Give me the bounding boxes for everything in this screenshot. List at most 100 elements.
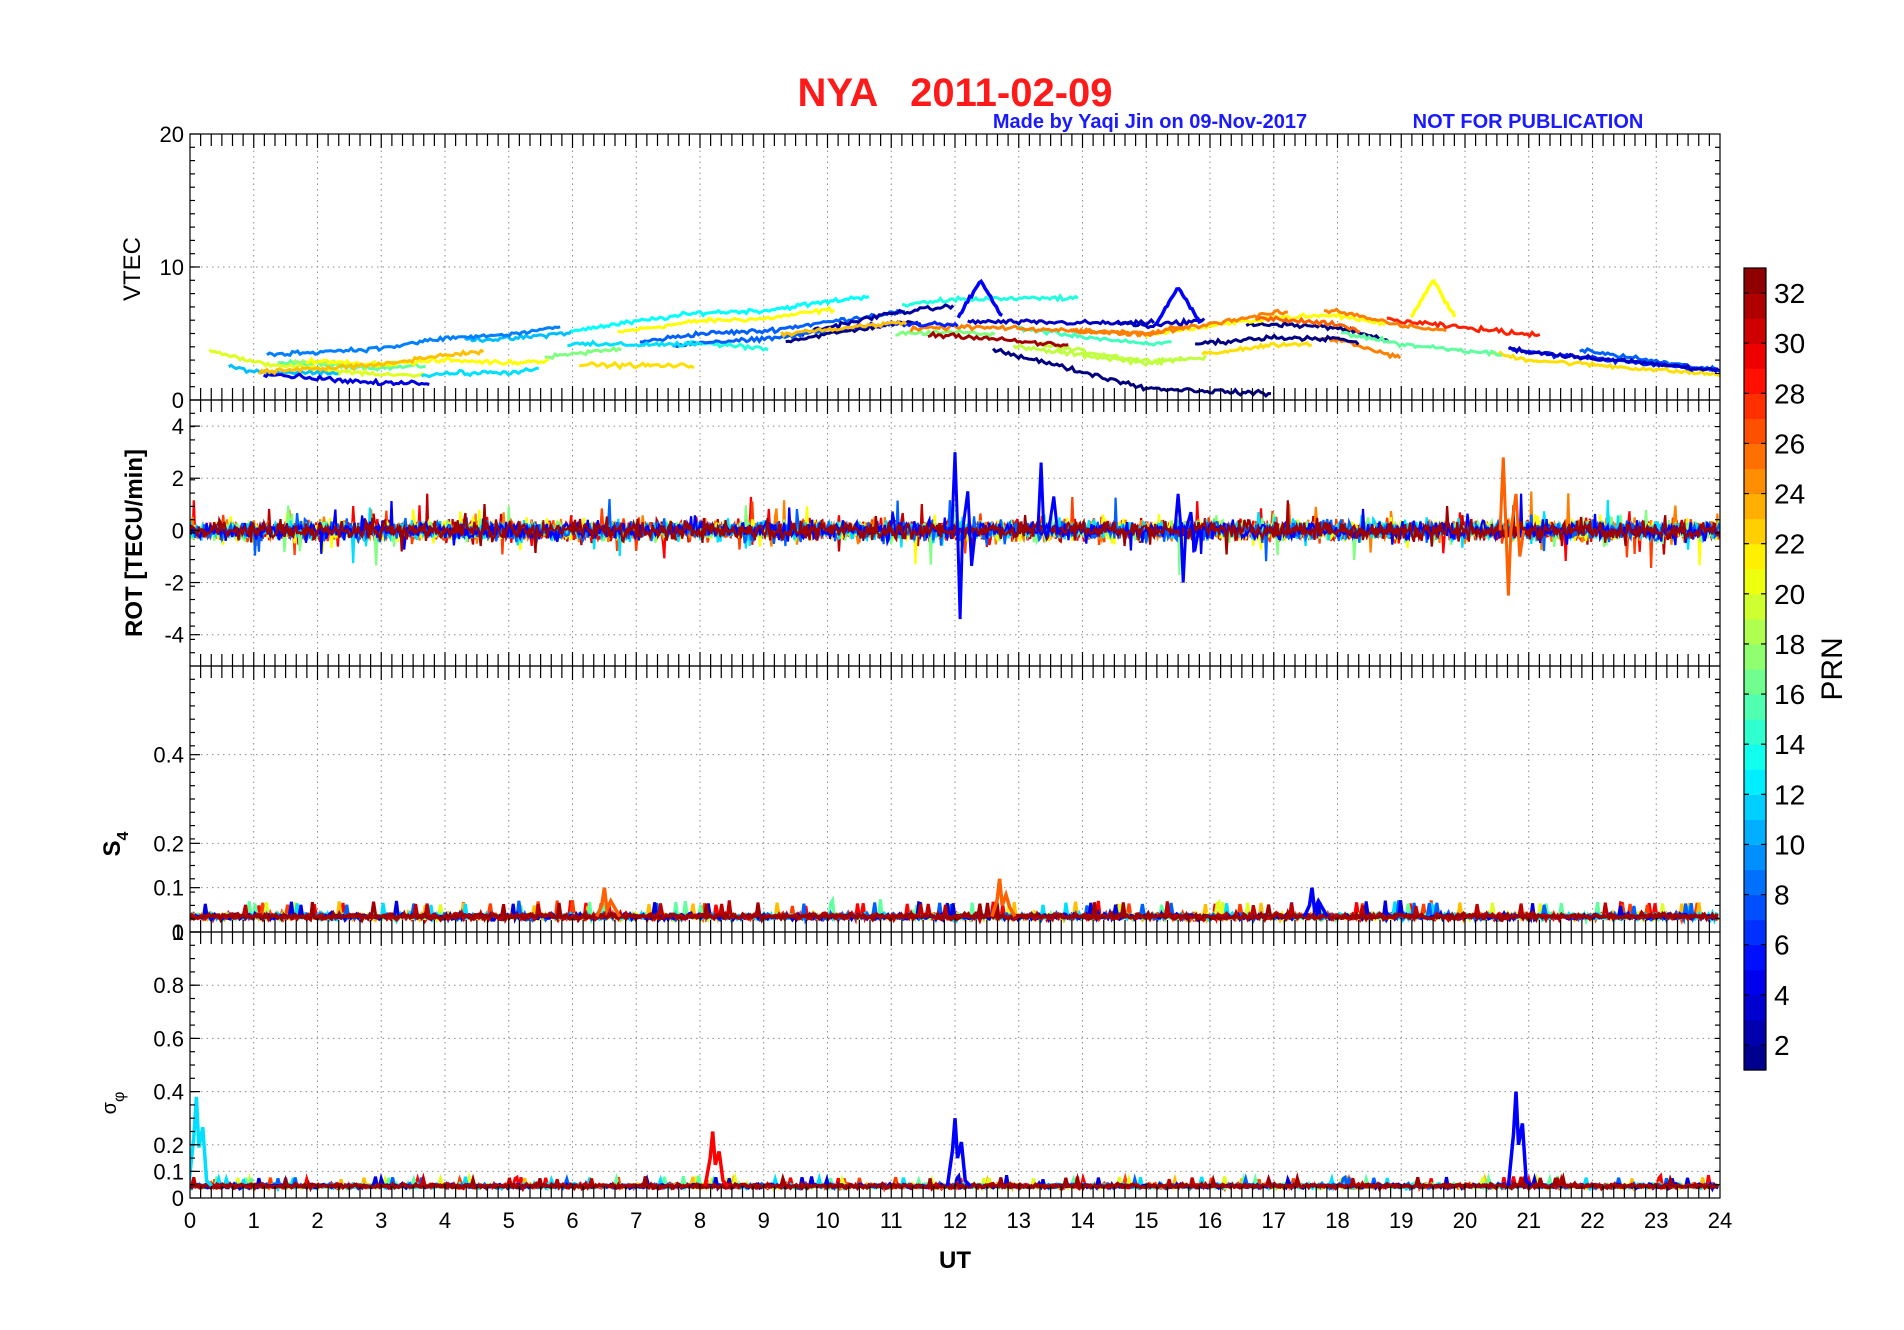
y-tick-label: 0.1 xyxy=(153,876,184,901)
y-tick-label: 0.1 xyxy=(153,1159,184,1184)
panel-s4: 00.10.20.41S4 xyxy=(99,665,1721,945)
x-tick-label: 3 xyxy=(375,1208,387,1233)
panel-sigma_phi: 00.10.20.40.60.81σφ0 1 2 3 4 5 6 7 8 9 10 11 12 13 14 1… xyxy=(99,920,1732,1233)
x-tick-label: 21 xyxy=(1517,1208,1541,1233)
colorbar-tick-label: 2 xyxy=(1774,1030,1790,1061)
rot-traces xyxy=(190,452,1720,620)
figure-title: NYA 2011-02-09 xyxy=(797,71,1112,115)
y-axis-label-rot: ROT [TECU/min] xyxy=(121,449,148,637)
x-tick-label: 11 xyxy=(880,1208,903,1233)
y-tick-label: 0.2 xyxy=(153,1133,184,1158)
colorbar-band xyxy=(1744,694,1766,720)
colorbar-band xyxy=(1744,869,1766,896)
colorbar-band xyxy=(1744,468,1766,495)
colorbar-band xyxy=(1744,418,1766,445)
sigma_phi-peak xyxy=(190,1096,213,1188)
y-tick-label: 0 xyxy=(172,388,184,413)
x-tick-label: 15 xyxy=(1134,1208,1158,1233)
colorbar-band xyxy=(1744,393,1766,419)
y-tick-label: 0.8 xyxy=(153,973,184,998)
x-tick-label: 8 xyxy=(694,1208,706,1233)
credit-author: Made by Yaqi Jin on 09-Nov-2017 xyxy=(993,111,1307,133)
x-tick-label: 20 xyxy=(1453,1208,1477,1233)
colorbar-tick-label: 28 xyxy=(1774,378,1805,409)
colorbar-band xyxy=(1744,944,1766,971)
x-tick-label: 13 xyxy=(1007,1208,1031,1233)
vtec-trace xyxy=(1340,330,1502,358)
y-axis-label-s4: S4 xyxy=(99,831,132,856)
colorbar-band xyxy=(1744,994,1766,1021)
colorbar-label: PRN xyxy=(1816,637,1849,700)
sigma_phi-traces xyxy=(190,1091,1720,1194)
colorbar-band xyxy=(1744,618,1766,645)
colorbar-band xyxy=(1744,318,1766,344)
colorbar-band xyxy=(1744,669,1766,695)
colorbar-band xyxy=(1744,719,1766,745)
x-tick-label: 7 xyxy=(630,1208,642,1233)
colorbar-tick-label: 30 xyxy=(1774,328,1805,359)
y-tick-label: 20 xyxy=(160,122,184,147)
x-tick-label: 16 xyxy=(1198,1208,1222,1233)
colorbar-tick-label: 12 xyxy=(1774,779,1805,810)
colorbar-band xyxy=(1744,1019,1766,1046)
colorbar-tick-label: 16 xyxy=(1774,679,1805,710)
credit-notice: NOT FOR PUBLICATION xyxy=(1413,111,1644,133)
vtec-traces xyxy=(208,278,1720,398)
colorbar-band xyxy=(1744,1044,1766,1071)
y-tick-label: 0.2 xyxy=(153,831,184,856)
colorbar-band xyxy=(1744,568,1766,595)
s4-traces xyxy=(190,878,1720,926)
y-tick-label: -2 xyxy=(164,571,184,596)
y-tick-label: -4 xyxy=(164,623,184,648)
vtec-trace xyxy=(266,325,561,358)
vtec-trace xyxy=(570,294,870,333)
colorbar-band xyxy=(1744,343,1766,369)
colorbar-band xyxy=(1744,769,1766,795)
vtec-trace xyxy=(420,366,539,379)
x-tick-label: 4 xyxy=(439,1208,451,1233)
y-tick-label: 0.4 xyxy=(153,743,184,768)
colorbar-band xyxy=(1744,894,1766,921)
colorbar-band xyxy=(1744,518,1766,545)
panel-vtec: 0 10 20 VTEC xyxy=(119,122,1721,413)
colorbar-tick-label: 10 xyxy=(1774,829,1805,860)
panel-rot: -4 -2 0 2 4 ROT [TECU/min] xyxy=(121,399,1721,667)
colorbar-band xyxy=(1744,268,1766,294)
x-tick-label: 24 xyxy=(1708,1208,1732,1233)
vtec-trace xyxy=(991,347,1272,398)
colorbar-band xyxy=(1744,543,1766,570)
y-tick-label: 1 xyxy=(172,920,184,945)
vtec-trace xyxy=(1201,341,1313,356)
x-tick-label: 23 xyxy=(1644,1208,1668,1233)
colorbar-tick-label: 18 xyxy=(1774,629,1805,660)
colorbar-band xyxy=(1744,368,1766,394)
colorbar-band xyxy=(1744,794,1766,820)
colorbar-band xyxy=(1744,819,1766,846)
y-tick-label: 0.6 xyxy=(153,1026,184,1051)
colorbar-band xyxy=(1744,919,1766,946)
colorbar-tick-label: 26 xyxy=(1774,428,1805,459)
colorbar-tick-label: 22 xyxy=(1774,529,1805,560)
colorbar-tick-label: 24 xyxy=(1774,479,1805,510)
colorbar-tick-label: 4 xyxy=(1774,980,1790,1011)
colorbar-band xyxy=(1744,493,1766,520)
x-tick-label: 9 xyxy=(758,1208,770,1233)
colorbar-band xyxy=(1744,643,1766,670)
x-tick-label: 12 xyxy=(943,1208,967,1233)
colorbar-band xyxy=(1744,969,1766,996)
x-tick-label: 18 xyxy=(1325,1208,1349,1233)
x-tick-label: 22 xyxy=(1580,1208,1604,1233)
colorbar-band xyxy=(1744,844,1766,871)
vtec-trace xyxy=(544,345,622,360)
x-tick-label: 14 xyxy=(1070,1208,1094,1233)
x-tick-label: 0 xyxy=(184,1208,196,1233)
colorbar: 2468101214161820222426283032PRN xyxy=(1743,267,1849,1071)
x-tick-label: 2 xyxy=(311,1208,323,1233)
y-tick-label: 4 xyxy=(172,414,184,439)
x-tick-label: 1 xyxy=(248,1208,260,1233)
colorbar-tick-label: 32 xyxy=(1774,278,1805,309)
x-tick-label: 6 xyxy=(566,1208,578,1233)
x-tick-label: 17 xyxy=(1262,1208,1286,1233)
y-tick-label: 0.4 xyxy=(153,1080,184,1105)
colorbar-band xyxy=(1744,593,1766,620)
